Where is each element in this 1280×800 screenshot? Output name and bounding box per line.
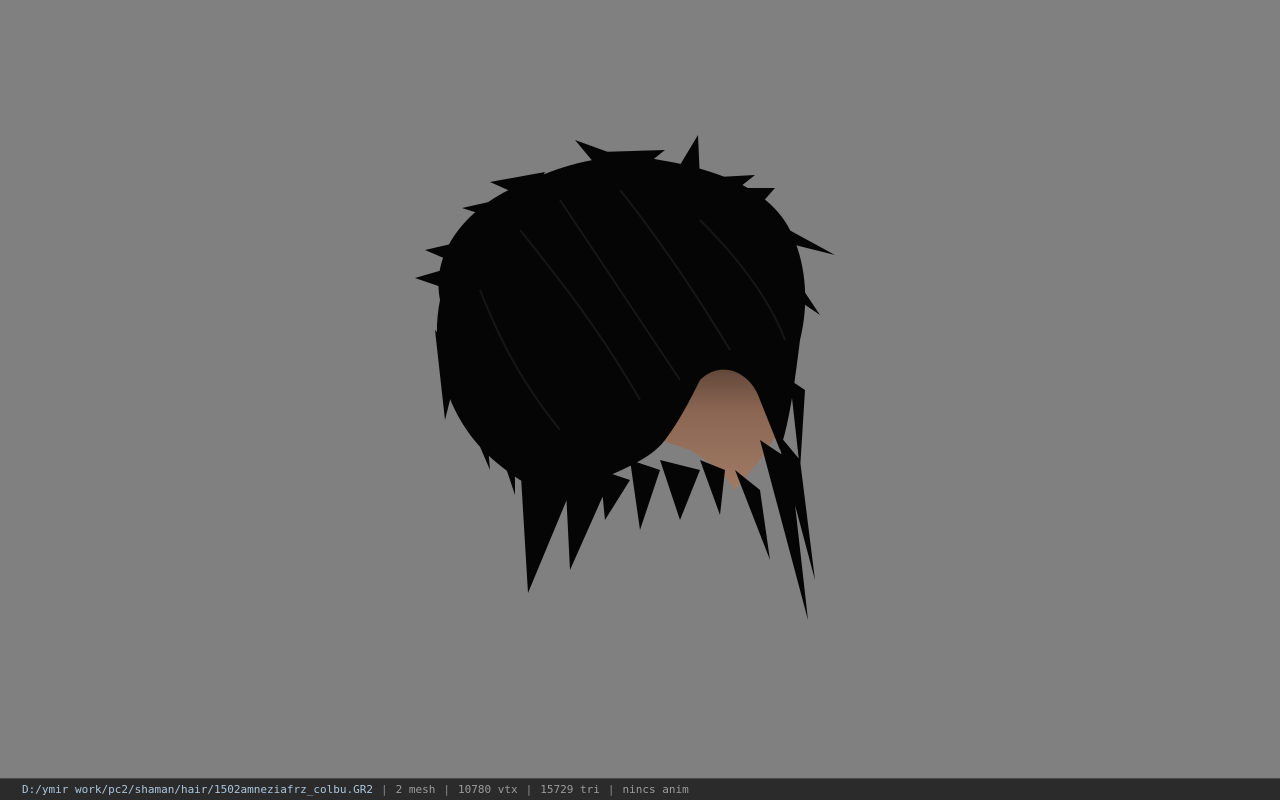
separator: | [607, 783, 615, 796]
file-path: D:/ymir work/pc2/shaman/hair/1502amnezia… [22, 783, 373, 796]
separator: | [381, 783, 388, 796]
separator: | [443, 783, 450, 796]
vertex-count: 10780 vtx [458, 783, 518, 796]
animation-status: nincs anim [622, 783, 689, 796]
separator: | [525, 783, 533, 796]
3d-viewport[interactable] [0, 0, 1280, 778]
mesh-count: 2 mesh [395, 783, 436, 796]
triangle-count: 15729 tri [540, 783, 600, 796]
status-bar: D:/ymir work/pc2/shaman/hair/1502amnezia… [0, 778, 1280, 800]
hair-model-render [415, 135, 835, 620]
